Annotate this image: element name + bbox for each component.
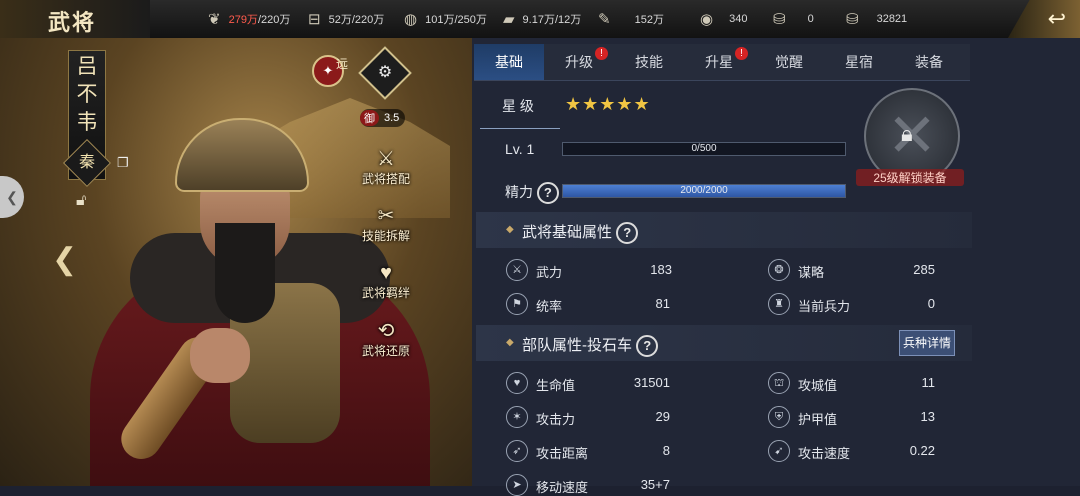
top-resource-bar: 武将 ❦ 279万/220万 ⊟ 52万/220万 ◍ 101万/250万 ▰ …: [0, 0, 1080, 39]
energy-label: 精力 ?: [505, 182, 559, 205]
speed-icon: ➹: [768, 440, 790, 462]
defense-badge: 御 3.5: [360, 109, 406, 127]
silver-ingot-icon: ⛁: [846, 11, 859, 28]
tab-basic[interactable]: 基础: [474, 44, 544, 80]
level-label: Lv. 1: [505, 141, 535, 157]
force-icon: ⚔: [506, 259, 528, 281]
stat-attack: ✶ 攻击力: [506, 406, 575, 428]
back-button[interactable]: ↩: [1008, 0, 1080, 38]
star-rating: ★★★★★: [565, 94, 651, 114]
decree-icon: ✎: [598, 11, 611, 28]
troops-icon: ♜: [768, 293, 790, 315]
iron-icon: ▰: [503, 11, 515, 28]
help-icon[interactable]: ?: [536, 182, 559, 205]
attack-icon: ✶: [506, 406, 528, 428]
troop-attributes-header: ◆ 部队属性-投石车 ?: [476, 325, 972, 361]
siege-icon: ⛫: [768, 372, 790, 394]
energy-progress-bar: 2000/2000: [562, 184, 846, 198]
resource-copper[interactable]: ◉ 340: [700, 0, 747, 38]
stat-range: ➶ 攻击距离: [506, 440, 588, 462]
tab-skills[interactable]: 技能: [614, 44, 684, 80]
restore-icon: ⟲: [377, 320, 395, 342]
skill-dismantle-button[interactable]: ✂ 技能拆解: [356, 205, 416, 244]
stone-icon: ◍: [404, 11, 418, 28]
troop-detail-button[interactable]: 兵种详情: [899, 330, 955, 356]
tab-constellation[interactable]: 星宿: [824, 44, 894, 80]
resource-decree[interactable]: ✎ 152万: [598, 0, 664, 38]
tab-bar: 基础 升级! 技能 升星! 觉醒 星宿 装备: [474, 44, 970, 81]
page-title-badge: 武将: [0, 0, 150, 38]
stat-force: ⚔ 武力: [506, 259, 562, 281]
tab-upgrade[interactable]: 升级!: [544, 44, 614, 80]
level-progress-bar: 0/500: [562, 142, 846, 156]
stat-armor: ⛨ 护甲值: [768, 406, 837, 428]
command-icon: ⚑: [506, 293, 528, 315]
page-title: 武将: [48, 10, 97, 36]
tab-equipment[interactable]: 装备: [894, 44, 964, 80]
hero-restore-button[interactable]: ⟲ 武将还原: [356, 320, 416, 359]
help-icon[interactable]: ?: [636, 335, 659, 358]
move-icon: ➤: [506, 474, 528, 496]
stat-strategy: ❂ 谋略: [768, 259, 824, 281]
stat-troops: ♜ 当前兵力: [768, 293, 850, 315]
hero-type-label: 远: [336, 57, 349, 71]
range-icon: ➶: [506, 440, 528, 462]
wood-icon: ⊟: [308, 11, 321, 28]
bullet-icon: ◆: [506, 224, 514, 235]
help-icon[interactable]: ?: [616, 222, 639, 245]
copy-icon[interactable]: ❐: [117, 155, 129, 171]
stat-hp: ♥ 生命值: [506, 372, 575, 394]
stat-move-speed: ➤ 移动速度: [506, 474, 588, 496]
stat-command: ⚑ 统率: [506, 293, 562, 315]
strategy-icon: ❂: [768, 259, 790, 281]
alert-icon: !: [595, 47, 608, 60]
alert-icon: !: [735, 47, 748, 60]
resource-gold[interactable]: ⛁ 0: [773, 0, 814, 38]
armor-icon: ⛨: [768, 406, 790, 428]
back-arrow-icon: ↩: [1047, 6, 1066, 31]
gold-ingot-icon: ⛁: [773, 11, 786, 28]
bond-heart-icon: ♥: [380, 262, 392, 284]
star-level-label: 星 级: [502, 98, 534, 114]
resource-iron[interactable]: ▰ 9.17万/12万: [503, 0, 581, 38]
prev-hero-arrow-icon[interactable]: ❮: [52, 242, 77, 277]
resource-grain[interactable]: ❦ 279万/220万: [208, 0, 290, 38]
hp-icon: ♥: [506, 372, 528, 394]
stat-attack-speed: ➹ 攻击速度: [768, 440, 850, 462]
unlock-icon[interactable]: 🔓︎: [76, 192, 86, 210]
tab-awaken[interactable]: 觉醒: [754, 44, 824, 80]
bullet-icon: ◆: [506, 337, 514, 348]
copper-coin-icon: ◉: [700, 11, 714, 28]
hero-pairing-button[interactable]: ⚔ 武将搭配: [356, 148, 416, 187]
stat-siege: ⛫ 攻城值: [768, 372, 837, 394]
resource-stone[interactable]: ◍ 101万/250万: [404, 0, 487, 38]
base-attributes-header: ◆ 武将基础属性 ?: [476, 212, 972, 248]
grain-icon: ❦: [208, 11, 221, 28]
equipment-unlock-text: 25级解锁装备: [856, 169, 964, 186]
hero-info-panel: 基础 升级! 技能 升星! 觉醒 星宿 装备 星 级 ★★★★★ Lv. 1 0…: [472, 38, 1080, 496]
pairing-icon: ⚔: [377, 148, 395, 170]
resource-silver[interactable]: ⛁ 32821: [846, 0, 907, 38]
hero-bond-button[interactable]: ♥ 武将羁绊: [356, 262, 416, 301]
lock-icon: 🔒︎: [901, 121, 913, 146]
tab-star-up[interactable]: 升星!: [684, 44, 754, 80]
resource-wood[interactable]: ⊟ 52万/220万: [308, 0, 384, 38]
skill-dismantle-icon: ✂: [377, 205, 395, 227]
